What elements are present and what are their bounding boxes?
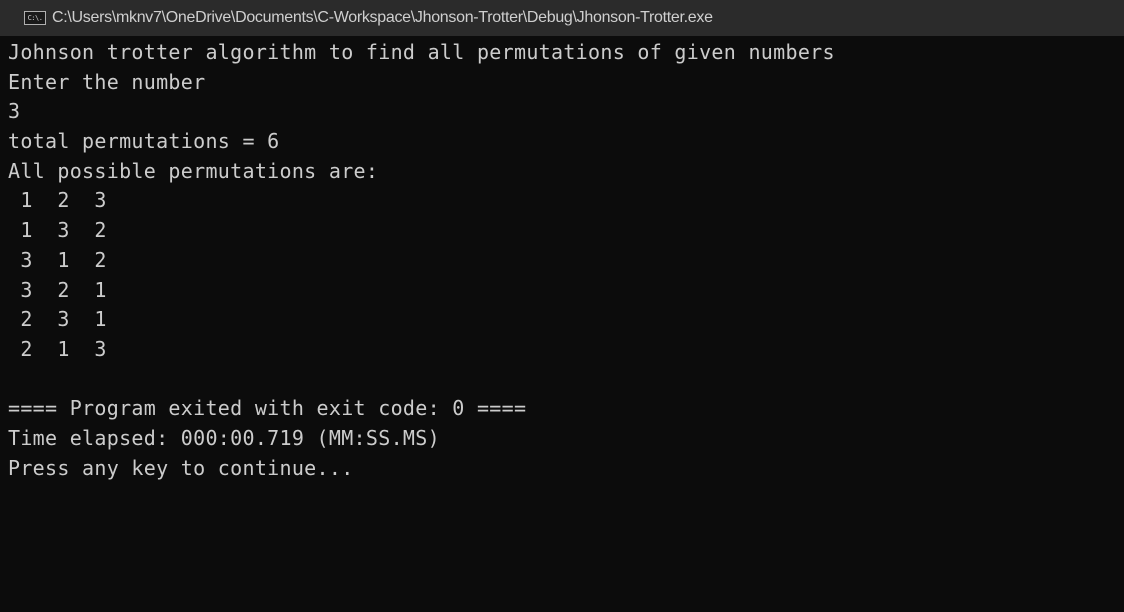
- permutation-row: 1 2 3: [8, 188, 107, 213]
- permutation-row: 3 2 1: [8, 277, 107, 302]
- output-line-exit-code: ==== Program exited with exit code: 0 ==…: [8, 396, 527, 421]
- title-bar[interactable]: C:\. C:\Users\mknv7\OneDrive\Documents\C…: [0, 0, 1124, 36]
- output-line-blank: [8, 365, 1124, 395]
- output-line-press-key: Press any key to continue...: [8, 455, 354, 480]
- permutation-row: 3 1 2: [8, 247, 107, 272]
- permutation-row: 2 3 1: [8, 307, 107, 332]
- output-line-input: 3: [8, 99, 21, 124]
- output-line-total: total permutations = 6: [8, 129, 280, 154]
- output-line-time-elapsed: Time elapsed: 000:00.719 (MM:SS.MS): [8, 425, 440, 450]
- output-line-prompt: Enter the number: [8, 69, 206, 94]
- permutation-row: 2 1 3: [8, 336, 107, 361]
- output-line-list-header: All possible permutations are:: [8, 158, 379, 183]
- console-output[interactable]: Johnson trotter algorithm to find all pe…: [0, 38, 1124, 612]
- permutation-row: 1 3 2: [8, 218, 107, 243]
- output-line-header: Johnson trotter algorithm to find all pe…: [8, 40, 835, 64]
- console-window: C:\. C:\Users\mknv7\OneDrive\Documents\C…: [0, 0, 1124, 612]
- console-app-icon: C:\.: [24, 11, 46, 25]
- window-title: C:\Users\mknv7\OneDrive\Documents\C-Work…: [52, 9, 713, 26]
